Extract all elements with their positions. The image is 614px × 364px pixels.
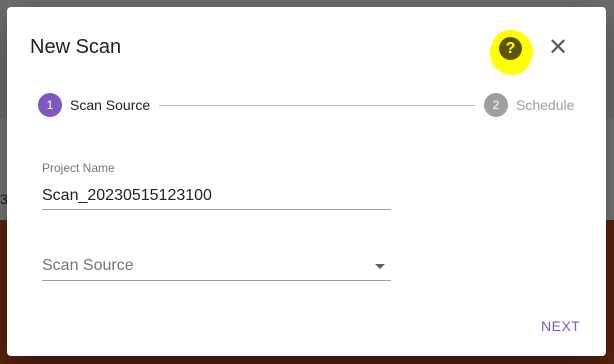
step-1-number[interactable]: 1 <box>38 93 62 117</box>
project-name-label: Project Name <box>42 161 115 175</box>
step-2-label[interactable]: Schedule <box>516 97 574 113</box>
project-name-input[interactable] <box>42 183 391 210</box>
help-icon[interactable]: ? <box>499 37 522 60</box>
next-button[interactable]: NEXT <box>541 318 580 334</box>
dialog-title: New Scan <box>30 36 122 58</box>
step-1-label[interactable]: Scan Source <box>70 97 150 113</box>
scan-source-select[interactable]: Scan Source <box>42 252 391 281</box>
dropdown-arrow-icon <box>375 264 385 269</box>
close-icon[interactable]: ✕ <box>546 36 570 60</box>
stepper-connector <box>159 105 475 106</box>
new-scan-dialog: New Scan ? ✕ 1 Scan Source 2 Schedule Pr… <box>7 7 606 356</box>
scan-source-placeholder: Scan Source <box>42 257 134 274</box>
step-2-number[interactable]: 2 <box>484 93 508 117</box>
